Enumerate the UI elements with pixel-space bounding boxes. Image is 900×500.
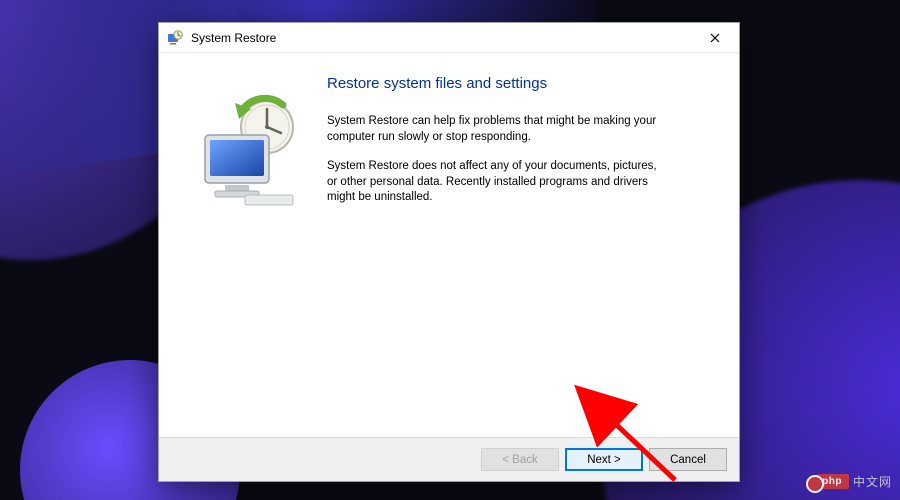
- watermark: php 中文网: [813, 473, 892, 490]
- close-button[interactable]: [695, 24, 735, 52]
- wizard-content: Restore system files and settings System…: [159, 53, 739, 437]
- window-title: System Restore: [191, 31, 695, 45]
- app-icon: [167, 30, 183, 46]
- desktop-wallpaper: System Restore: [0, 0, 900, 500]
- wizard-text: Restore system files and settings System…: [317, 71, 721, 427]
- restore-illustration: [177, 71, 317, 427]
- page-heading: Restore system files and settings: [327, 75, 721, 92]
- next-button[interactable]: Next >: [565, 448, 643, 471]
- wizard-footer: < Back Next > Cancel: [159, 437, 739, 481]
- cancel-button[interactable]: Cancel: [649, 448, 727, 471]
- watermark-badge: php: [813, 474, 849, 489]
- back-button: < Back: [481, 448, 559, 471]
- description-paragraph: System Restore can help fix problems tha…: [327, 114, 667, 145]
- close-icon: [710, 33, 720, 43]
- system-restore-window: System Restore: [158, 22, 740, 482]
- watermark-text: 中文网: [853, 473, 892, 490]
- titlebar[interactable]: System Restore: [159, 23, 739, 53]
- description-paragraph: System Restore does not affect any of yo…: [327, 159, 667, 206]
